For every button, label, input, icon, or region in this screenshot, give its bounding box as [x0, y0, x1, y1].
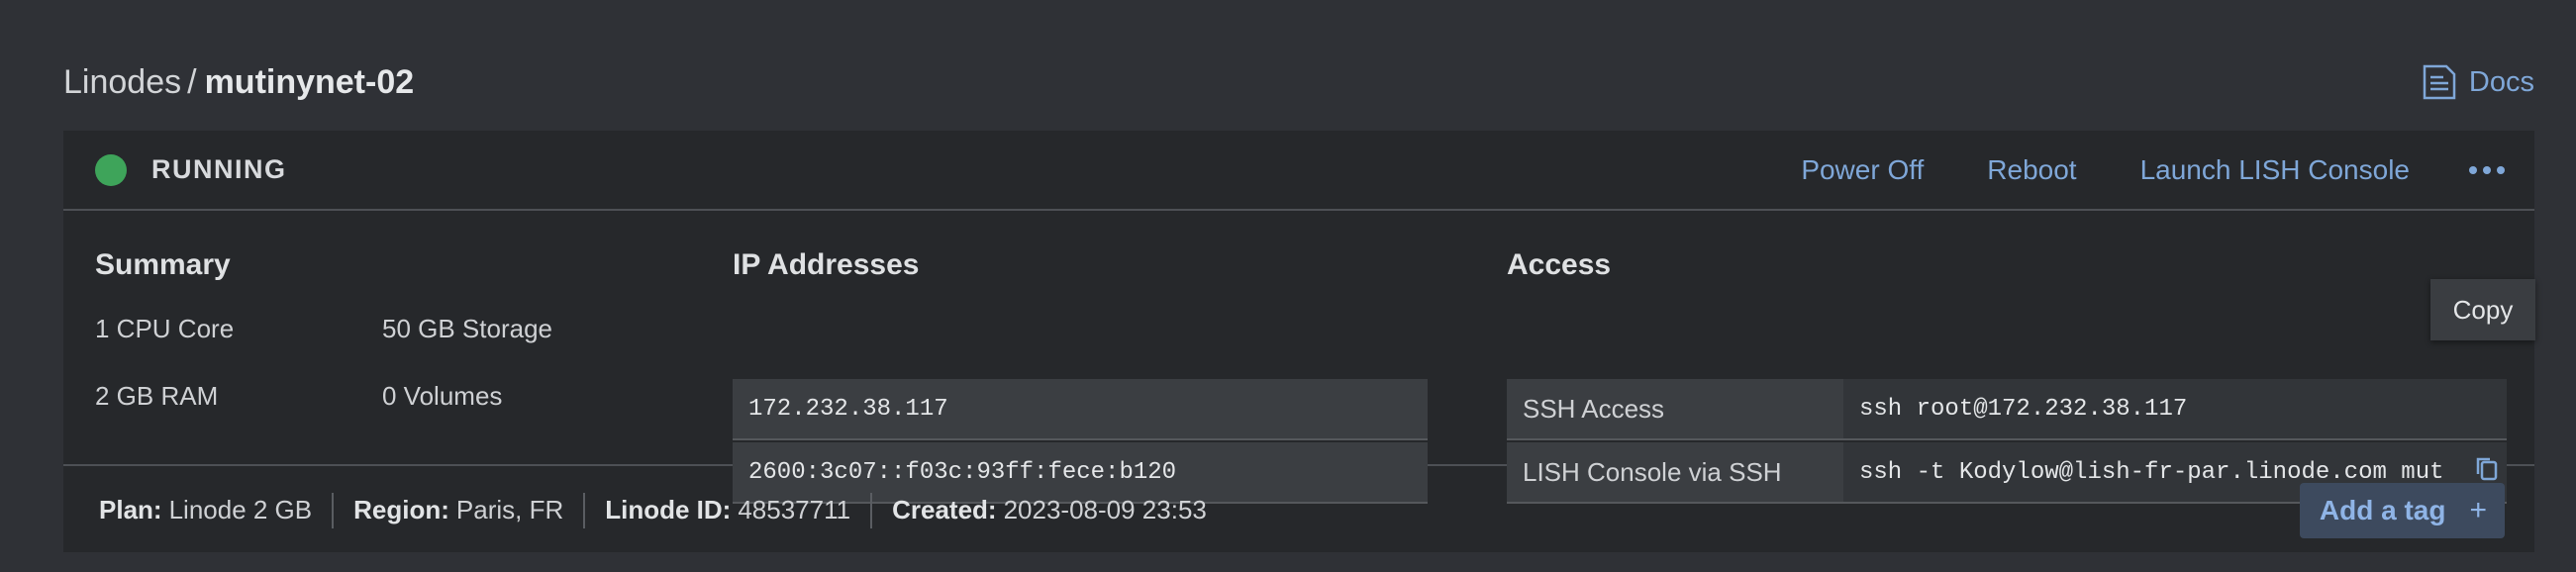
breadcrumb: Linodes / mutinynet-02 [63, 63, 414, 102]
cpu-core-count: 1 CPU Core [95, 314, 235, 343]
created-value: 2023-08-09 23:53 [1003, 495, 1207, 524]
summary-title: Summary [95, 248, 231, 281]
plus-icon: + [2469, 493, 2487, 526]
ssh-access-command[interactable]: ssh root@172.232.38.117 [1843, 379, 2507, 438]
status-label: RUNNING [151, 154, 287, 184]
ip-addresses-title: IP Addresses [733, 248, 920, 281]
meta-divider [870, 492, 873, 528]
add-tag-button[interactable]: Add a tag + [2299, 482, 2505, 538]
status-bar: RUNNING Power Off Reboot Launch LISH Con… [63, 131, 2534, 211]
docs-label: Docs [2468, 65, 2534, 98]
docs-link[interactable]: Docs [2422, 63, 2534, 101]
add-tag-label: Add a tag [2319, 494, 2446, 525]
plan-value: Linode 2 GB [168, 495, 313, 524]
breadcrumb-linodes-link[interactable]: Linodes [63, 63, 181, 102]
power-off-button[interactable]: Power Off [1801, 154, 1924, 186]
plan-info: Plan: Linode 2 GB [99, 495, 312, 525]
linode-detail-panel: RUNNING Power Off Reboot Launch LISH Con… [63, 131, 2534, 552]
ssh-access-row: SSH Access ssh root@172.232.38.117 [1507, 379, 2507, 440]
ssh-access-label: SSH Access [1507, 379, 1843, 438]
breadcrumb-separator: / [187, 62, 197, 101]
region-label: Region: [353, 495, 449, 524]
linode-footer: Plan: Linode 2 GB Region: Paris, FR Lino… [63, 468, 2534, 552]
region-value: Paris, FR [455, 495, 564, 524]
linode-actions: Power Off Reboot Launch LISH Console [1737, 150, 2505, 190]
docs-icon [2423, 64, 2456, 100]
running-status-dot-icon [95, 153, 127, 186]
meta-divider [583, 492, 586, 528]
status-indicator: RUNNING [95, 153, 287, 186]
page-header: Linodes / mutinynet-02 Docs [63, 57, 2534, 107]
ram-size: 2 GB RAM [95, 381, 219, 411]
storage-size: 50 GB Storage [382, 314, 552, 343]
linode-id-value: 48537711 [738, 495, 851, 524]
volumes-count: 0 Volumes [382, 381, 503, 411]
more-actions-menu-icon[interactable] [2463, 150, 2505, 190]
linode-meta: Plan: Linode 2 GB Region: Paris, FR Lino… [99, 492, 1207, 528]
access-title: Access [1507, 248, 1612, 281]
linode-id-label: Linode ID: [605, 495, 732, 524]
copy-tooltip: Copy [2430, 279, 2535, 340]
created-label: Created: [892, 495, 997, 524]
meta-divider [332, 492, 335, 528]
linode-summary-body: Summary 1 CPU Core 50 GB Storage 2 GB RA… [63, 211, 2534, 504]
linode-id-info: Linode ID: 48537711 [605, 495, 850, 525]
ipv4-address[interactable]: 172.232.38.117 [733, 379, 1428, 440]
reboot-button[interactable]: Reboot [1987, 154, 2076, 186]
launch-lish-console-button[interactable]: Launch LISH Console [2140, 154, 2410, 186]
created-info: Created: 2023-08-09 23:53 [892, 495, 1207, 525]
region-info: Region: Paris, FR [353, 495, 563, 525]
plan-label: Plan: [99, 495, 162, 524]
page-title[interactable]: mutinynet-02 [205, 63, 415, 102]
